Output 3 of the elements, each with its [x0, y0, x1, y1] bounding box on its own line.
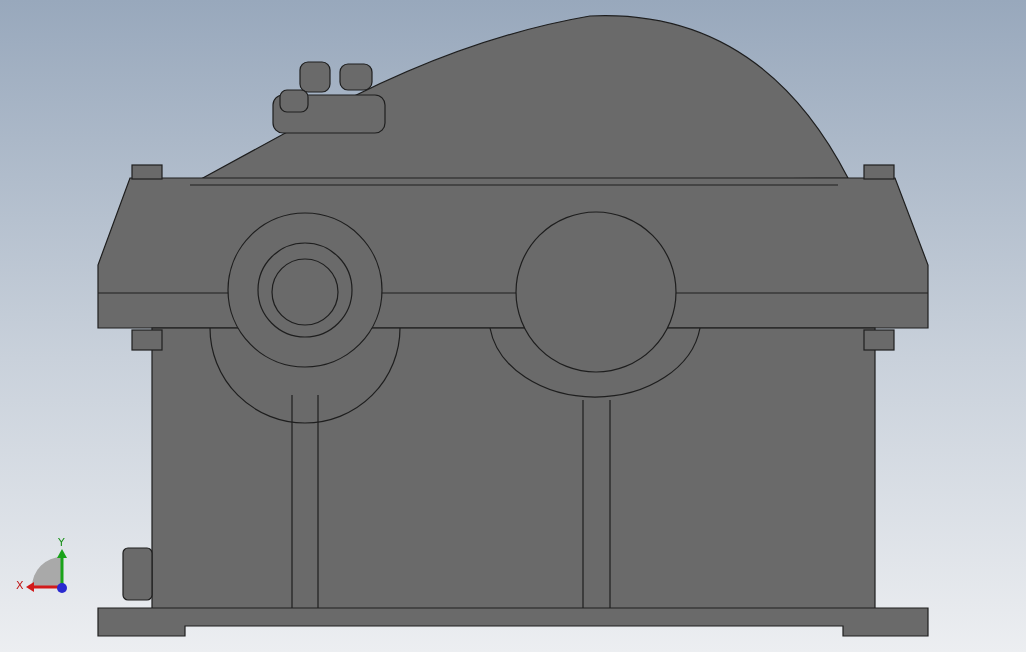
axis-label: X: [16, 579, 24, 592]
axis-triad-icon: [26, 549, 67, 593]
axis-label: Y: [58, 536, 65, 549]
